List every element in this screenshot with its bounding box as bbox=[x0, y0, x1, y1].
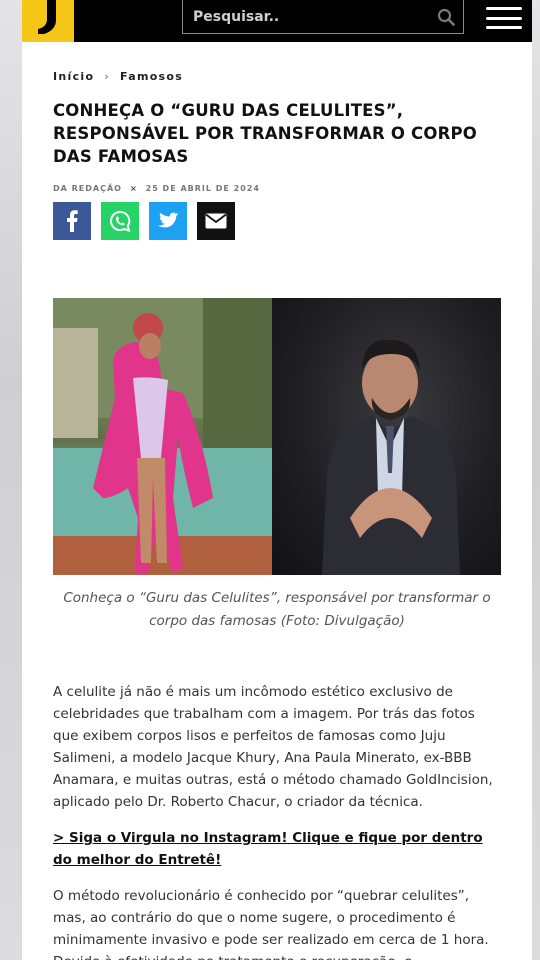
menu-bar-2 bbox=[486, 16, 522, 20]
top-navigation-bar bbox=[22, 0, 532, 42]
share-email-button[interactable] bbox=[197, 202, 235, 240]
facebook-icon bbox=[67, 210, 78, 232]
menu-bar-3 bbox=[486, 26, 522, 29]
article-paragraph-2: O método revolucionário é conhecido por … bbox=[53, 888, 489, 960]
site-logo[interactable] bbox=[22, 0, 74, 42]
author-name: DA REDAÇÃO bbox=[53, 184, 122, 193]
article-paragraph-1: A celulite já não é mais um incômodo est… bbox=[53, 684, 493, 810]
search-icon[interactable] bbox=[437, 8, 455, 26]
share-whatsapp-button[interactable] bbox=[101, 202, 139, 240]
page-background-left bbox=[0, 0, 22, 960]
hero-photo-model bbox=[53, 298, 272, 575]
breadcrumb-section-link[interactable]: Famosos bbox=[120, 70, 183, 83]
instagram-cta-paragraph: > Siga o Virgula no Instagram! Clique e … bbox=[53, 827, 501, 871]
article-title: CONHEÇA O “GURU DAS CELULITES”, RESPONSÁ… bbox=[53, 101, 477, 166]
search-input[interactable] bbox=[193, 6, 433, 28]
menu-bar-1 bbox=[486, 7, 522, 10]
twitter-icon bbox=[158, 212, 179, 228]
virgula-logo-icon bbox=[38, 0, 56, 34]
breadcrumb: Início › Famosos bbox=[53, 70, 501, 83]
article-content: Início › Famosos CONHEÇA O “GURU DAS CEL… bbox=[22, 70, 532, 960]
hamburger-menu-icon[interactable] bbox=[486, 4, 522, 32]
article-hero-image bbox=[53, 298, 501, 575]
breadcrumb-separator: › bbox=[104, 70, 111, 83]
whatsapp-icon bbox=[110, 210, 131, 232]
article-page: Início › Famosos CONHEÇA O “GURU DAS CEL… bbox=[22, 0, 532, 960]
byline-separator: × bbox=[129, 184, 138, 193]
instagram-follow-link[interactable]: > Siga o Virgula no Instagram! Clique e … bbox=[53, 830, 483, 868]
model-photo-illustration bbox=[53, 298, 272, 575]
share-facebook-button[interactable] bbox=[53, 202, 91, 240]
article-byline: DA REDAÇÃO × 25 DE ABRIL DE 2024 bbox=[53, 184, 501, 193]
hero-photo-doctor bbox=[272, 298, 501, 575]
breadcrumb-home-link[interactable]: Início bbox=[53, 70, 94, 83]
share-buttons bbox=[53, 202, 501, 240]
search-box bbox=[182, 0, 464, 34]
envelope-icon bbox=[205, 213, 227, 229]
publish-date: 25 DE ABRIL DE 2024 bbox=[145, 184, 260, 193]
doctor-photo-illustration bbox=[322, 339, 460, 575]
share-twitter-button[interactable] bbox=[149, 202, 187, 240]
image-caption: Conheça o “Guru das Celulites”, responsá… bbox=[63, 590, 491, 629]
